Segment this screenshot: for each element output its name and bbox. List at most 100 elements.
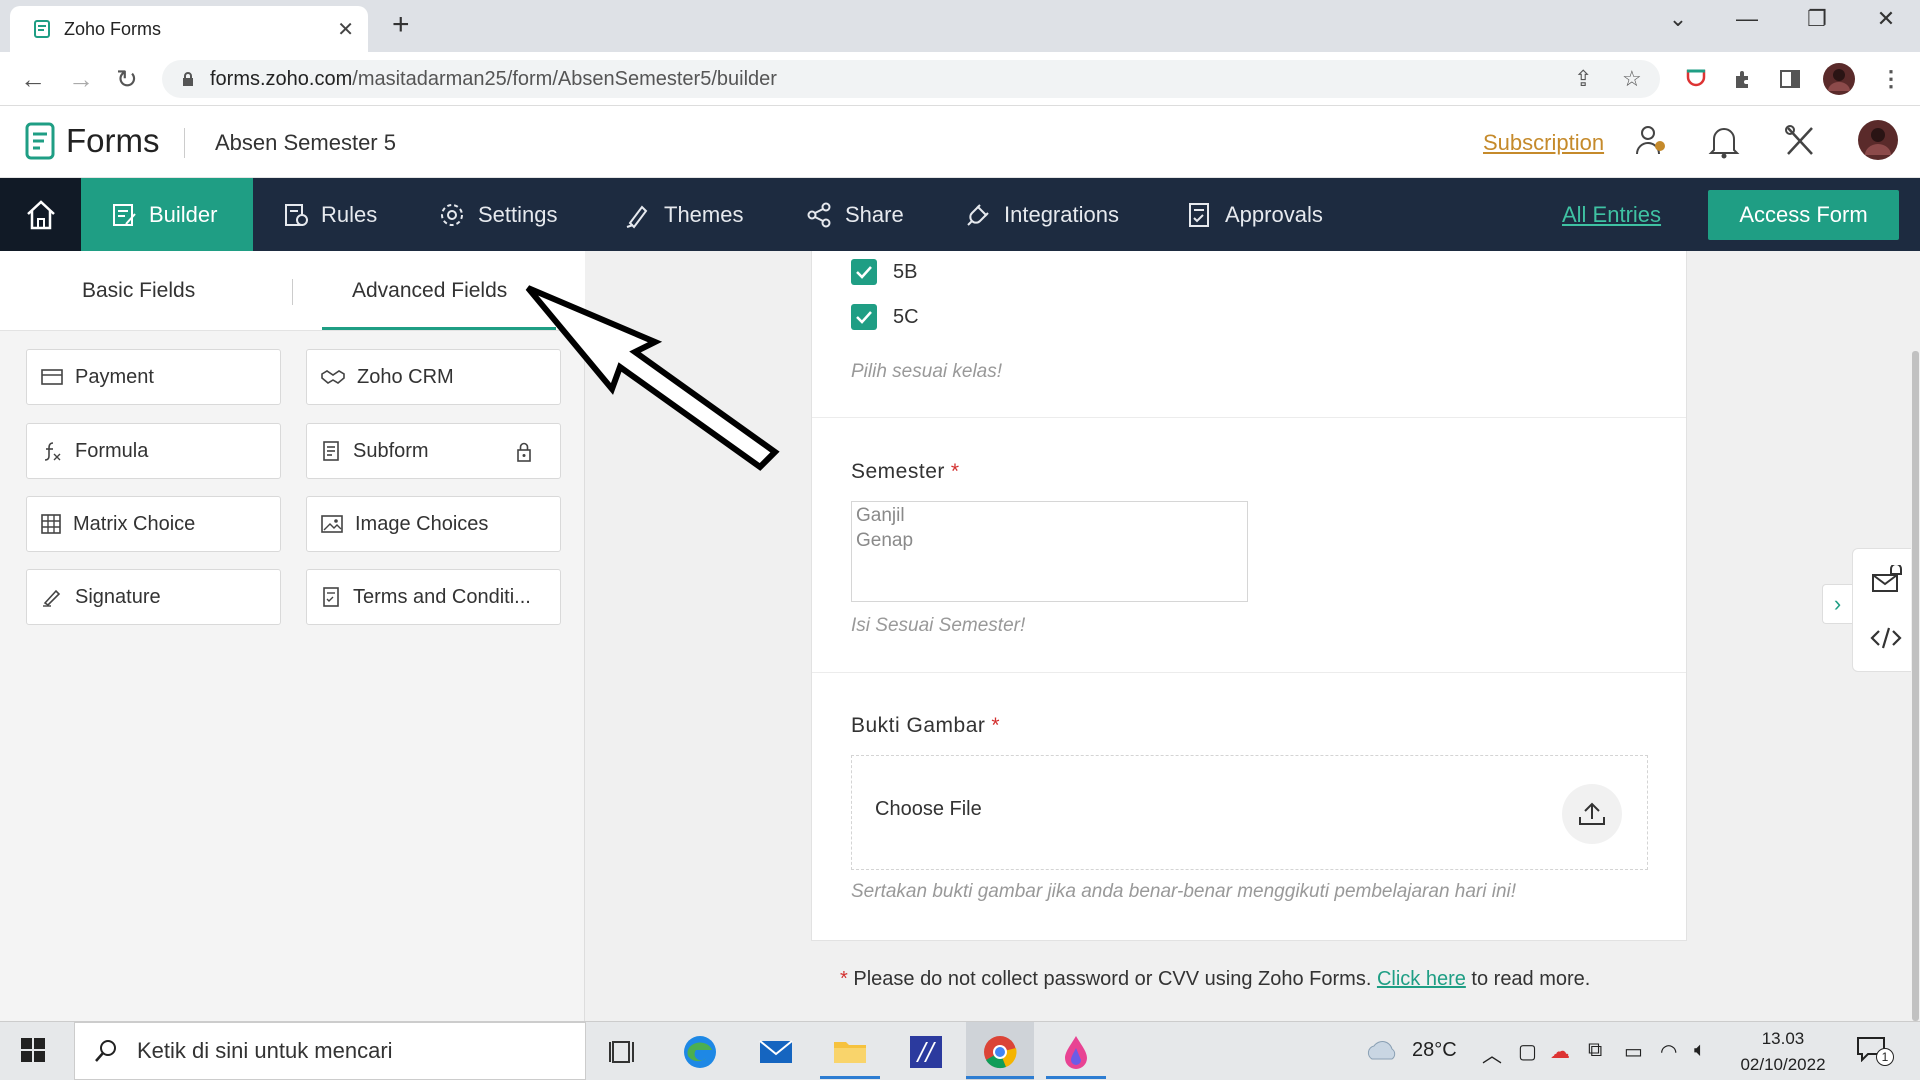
tab-settings[interactable]: Settings	[438, 178, 558, 251]
paint-drop-icon[interactable]	[1056, 1032, 1096, 1072]
volume-icon[interactable]: 🔈︎	[1694, 1039, 1706, 1062]
tab-divider	[292, 279, 293, 305]
tab-rules[interactable]: Rules	[283, 178, 377, 251]
profile-avatar[interactable]	[1823, 63, 1855, 95]
omnibox[interactable]: forms.zoho.com/masitadarman25/form/Absen…	[162, 60, 1660, 98]
field-label: Image Choices	[355, 512, 489, 535]
tab-builder-label: Builder	[149, 201, 218, 227]
user-avatar[interactable]	[1858, 120, 1898, 160]
battery-icon[interactable]: ▭	[1624, 1039, 1643, 1064]
field-image-choices[interactable]: Image Choices	[306, 496, 561, 552]
scrollbar-thumb[interactable]	[1912, 351, 1919, 1021]
tray-chevron-icon[interactable]: ︿	[1482, 1039, 1502, 1068]
extension-shield-icon[interactable]	[1684, 67, 1708, 91]
restore-icon[interactable]: ❐	[1797, 6, 1837, 32]
screen-icon[interactable]: ⧉	[1588, 1039, 1602, 1062]
close-tab-icon[interactable]: ✕	[337, 17, 354, 42]
windows-taskbar: Ketik di sini untuk mencari 28°C ︿ ▢ ☁ ⧉…	[0, 1021, 1920, 1080]
wifi-icon[interactable]: ◠	[1660, 1039, 1677, 1064]
mail-icon[interactable]	[756, 1032, 796, 1072]
gear-icon	[441, 203, 463, 226]
card-icon	[41, 369, 63, 385]
clock[interactable]: 13.03 02/10/2022	[1736, 1026, 1830, 1078]
reload-icon[interactable]: ↻	[116, 64, 138, 95]
minimize-icon[interactable]: —	[1727, 6, 1767, 32]
subscription-link[interactable]: Subscription	[1483, 130, 1604, 156]
file-upload-zone[interactable]: Choose File	[851, 755, 1648, 870]
tab-integrations[interactable]: Integrations	[964, 178, 1119, 251]
tab-themes[interactable]: Themes	[624, 178, 743, 251]
code-embed-icon[interactable]	[1869, 625, 1903, 651]
tab-approvals[interactable]: Approvals	[1187, 178, 1323, 251]
chevron-right-icon[interactable]: ›	[1822, 584, 1852, 624]
checkbox-5b[interactable]	[851, 259, 877, 285]
upload-button[interactable]	[1562, 784, 1622, 844]
header-divider	[184, 128, 185, 158]
bell-icon[interactable]	[1706, 122, 1742, 160]
browser-menu-icon[interactable]: ⋮	[1880, 66, 1902, 92]
lock-icon	[183, 72, 193, 86]
tab-search-icon[interactable]: ⌄	[1658, 6, 1698, 32]
weather-cloud-icon[interactable]	[1364, 1037, 1402, 1063]
tab-basic-fields[interactable]: Basic Fields	[82, 279, 195, 303]
semester-option-genap[interactable]: Genap	[856, 528, 1243, 553]
field-label: Subform	[353, 439, 429, 462]
checkbox-label: 5B	[893, 261, 918, 283]
builder-icon	[113, 203, 136, 226]
extensions-puzzle-icon[interactable]	[1732, 67, 1756, 91]
email-notification-icon[interactable]	[1871, 565, 1903, 595]
home-button[interactable]	[0, 178, 81, 251]
security-notice: * Please do not collect password or CVV …	[840, 968, 1591, 990]
share-page-icon[interactable]: ⇪	[1574, 66, 1592, 92]
url-text: forms.zoho.com/masitadarman25/form/Absen…	[210, 67, 777, 90]
semester-hint: Isi Sesuai Semester!	[851, 615, 1026, 636]
semester-listbox[interactable]: Ganjil Genap	[851, 501, 1248, 602]
taskbar-search[interactable]: Ketik di sini untuk mencari	[74, 1022, 586, 1080]
tab-builder[interactable]: Builder	[81, 178, 253, 251]
brand[interactable]: Forms	[24, 122, 160, 160]
side-panel-icon[interactable]	[1778, 67, 1802, 91]
bukti-hint: Sertakan bukti gambar jika anda benar-be…	[851, 881, 1517, 902]
field-formula[interactable]: Formula	[26, 423, 281, 479]
field-payment[interactable]: Payment	[26, 349, 281, 405]
main-nav: Builder Rules Settings Themes Share Inte…	[0, 178, 1920, 251]
access-form-button[interactable]: Access Form	[1708, 190, 1899, 240]
tab-themes-label: Themes	[664, 201, 744, 227]
tab-share-label: Share	[845, 201, 904, 227]
running-indicator	[966, 1076, 1034, 1079]
time: 13.03	[1761, 1029, 1805, 1048]
onedrive-error-icon[interactable]: ☁	[1550, 1039, 1570, 1064]
forward-icon[interactable]: →	[68, 64, 94, 95]
users-icon[interactable]	[1632, 122, 1670, 160]
edge-browser-icon[interactable]	[680, 1032, 720, 1072]
chrome-icon[interactable]	[980, 1032, 1020, 1072]
notification-center-icon[interactable]: 1	[1856, 1036, 1896, 1068]
all-entries-link[interactable]: All Entries	[1562, 202, 1661, 228]
task-view-icon[interactable]	[604, 1032, 644, 1072]
temperature[interactable]: 28°C	[1412, 1039, 1457, 1062]
form-name[interactable]: Absen Semester 5	[215, 130, 396, 156]
click-here-link[interactable]: Click here	[1377, 968, 1466, 990]
address-bar-row: ← → ↻ forms.zoho.com/masitadarman25/form…	[0, 52, 1920, 106]
tab-advanced-fields[interactable]: Advanced Fields	[352, 279, 507, 303]
tab-integrations-label: Integrations	[1004, 201, 1119, 227]
close-window-icon[interactable]: ✕	[1866, 6, 1906, 32]
windows-start-icon[interactable]	[20, 1037, 46, 1063]
back-icon[interactable]: ←	[20, 64, 46, 95]
checkbox-5c[interactable]	[851, 304, 877, 330]
running-indicator	[820, 1076, 880, 1079]
meet-icon[interactable]: ▢	[1518, 1039, 1537, 1064]
browser-tab[interactable]: Zoho Forms ✕	[10, 6, 368, 52]
tab-share[interactable]: Share	[805, 178, 904, 251]
choose-file-label[interactable]: Choose File	[875, 798, 982, 821]
class-hint: Pilih sesuai kelas!	[851, 361, 1003, 382]
app-icon[interactable]	[906, 1032, 946, 1072]
field-terms-and-conditions[interactable]: Terms and Conditi...	[306, 569, 561, 625]
file-explorer-icon[interactable]	[830, 1032, 870, 1072]
semester-option-ganjil[interactable]: Ganjil	[856, 503, 1243, 528]
new-tab-icon[interactable]: +	[392, 10, 410, 40]
tools-icon[interactable]	[1782, 122, 1818, 160]
field-signature[interactable]: Signature	[26, 569, 281, 625]
bookmark-star-icon[interactable]: ☆	[1622, 66, 1642, 92]
field-matrix-choice[interactable]: Matrix Choice	[26, 496, 281, 552]
